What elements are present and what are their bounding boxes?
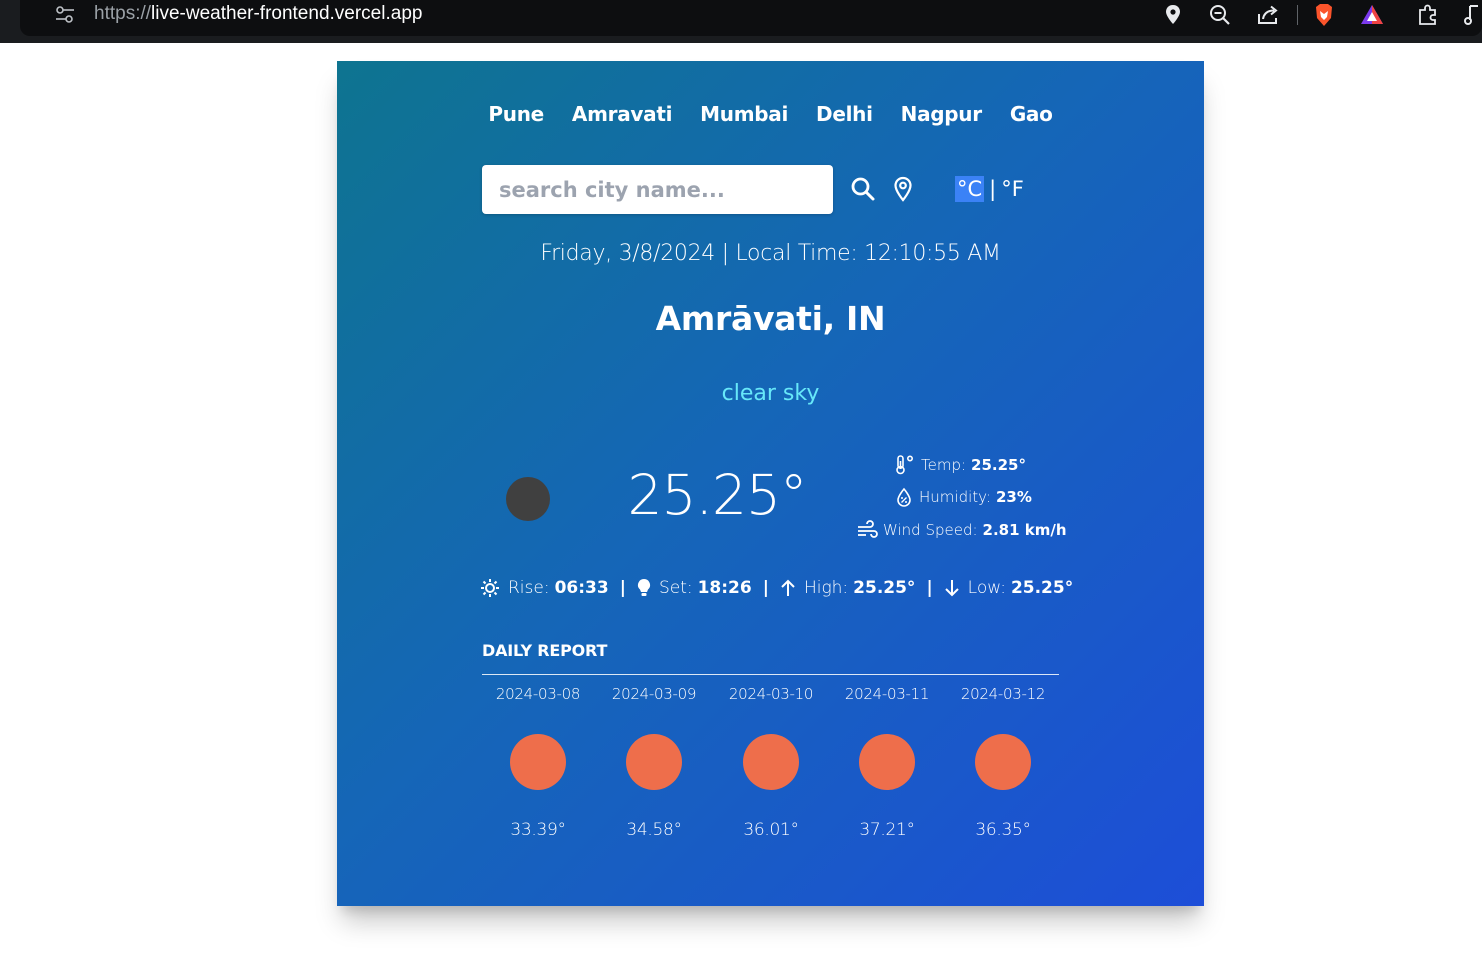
city-title: Amrāvati, IN bbox=[655, 299, 886, 338]
humidity-row: Humidity: 23% bbox=[894, 485, 1032, 509]
search-icon[interactable] bbox=[849, 175, 877, 203]
sunset-value: 18:26 bbox=[697, 578, 752, 598]
forecast-weather-icon bbox=[626, 734, 682, 790]
location-icon[interactable] bbox=[889, 175, 917, 203]
unit-toggle: °C | °F bbox=[955, 174, 1024, 204]
forecast-temp: 36.35° bbox=[975, 820, 1031, 840]
forecast-weather-icon bbox=[975, 734, 1031, 790]
wind-label: Wind Speed: bbox=[883, 521, 978, 539]
sunset-label: Set: bbox=[658, 578, 693, 598]
low-value: 25.25° bbox=[1010, 578, 1074, 598]
forecast-temp: 36.01° bbox=[743, 820, 799, 840]
toolbar-divider bbox=[1297, 5, 1298, 25]
humidity-label: Humidity: bbox=[919, 488, 991, 506]
unit-separator: | bbox=[989, 177, 997, 201]
share-icon[interactable] bbox=[1255, 2, 1281, 28]
wind-value: 2.81 km/h bbox=[982, 521, 1067, 539]
browser-toolbar: https://live-weather-frontend.vercel.app bbox=[0, 0, 1482, 43]
nav-city-gao[interactable]: Gao bbox=[1010, 99, 1053, 129]
url-text[interactable]: https://live-weather-frontend.vercel.app bbox=[94, 3, 422, 25]
nav-city-amravati[interactable]: Amravati bbox=[572, 99, 673, 129]
brave-shield-icon[interactable] bbox=[1311, 2, 1337, 28]
nav-city-mumbai[interactable]: Mumbai bbox=[700, 99, 788, 129]
nav-city-nagpur[interactable]: Nagpur bbox=[901, 99, 982, 129]
forecast-date: 2024-03-08 bbox=[495, 685, 581, 703]
humidity-value: 23% bbox=[995, 488, 1032, 506]
daily-report-title: DAILY REPORT bbox=[482, 641, 608, 660]
weather-condition: clear sky bbox=[721, 381, 820, 406]
local-datetime: Friday, 3/8/2024 | Local Time: 12:10:55 … bbox=[540, 241, 1001, 266]
sunrise-label: Rise: bbox=[508, 578, 550, 598]
current-temperature: 25.25° bbox=[627, 463, 808, 527]
site-settings-icon[interactable] bbox=[54, 4, 76, 26]
daily-divider bbox=[482, 674, 1059, 675]
feels-temp-row: Temp: 25.25° bbox=[894, 453, 1026, 477]
city-nav: Pune Amravati Mumbai Delhi Nagpur Gao bbox=[337, 99, 1204, 129]
zoom-out-icon[interactable] bbox=[1207, 2, 1233, 28]
temp-value: 25.25° bbox=[971, 456, 1026, 474]
divider: | bbox=[619, 578, 626, 598]
brave-rewards-icon[interactable] bbox=[1359, 2, 1385, 28]
forecast-day: 2024-03-10 36.01° bbox=[711, 685, 831, 840]
humidity-icon bbox=[897, 487, 911, 507]
divider: | bbox=[926, 578, 933, 598]
forecast-date: 2024-03-10 bbox=[728, 685, 814, 703]
url-scheme: https:// bbox=[94, 3, 152, 24]
weather-icon bbox=[506, 477, 550, 521]
low-label: Low: bbox=[967, 578, 1006, 598]
temp-label: Temp: bbox=[921, 456, 967, 474]
sun-summary: Rise: 06:33 | Set: 18:26 | High: 25.25° | L… bbox=[480, 575, 1073, 601]
divider: | bbox=[762, 578, 769, 598]
forecast-weather-icon bbox=[859, 734, 915, 790]
wind-row: Wind Speed: 2.81 km/h bbox=[856, 518, 1067, 542]
nav-city-pune[interactable]: Pune bbox=[488, 99, 544, 129]
thermometer-icon bbox=[896, 455, 914, 475]
arrow-up-icon bbox=[781, 579, 795, 596]
forecast-temp: 34.58° bbox=[626, 820, 682, 840]
wind-icon bbox=[858, 520, 878, 538]
forecast-day: 2024-03-12 36.35° bbox=[943, 685, 1063, 840]
forecast-weather-icon bbox=[743, 734, 799, 790]
weather-card: Pune Amravati Mumbai Delhi Nagpur Gao °C… bbox=[337, 61, 1204, 906]
forecast-date: 2024-03-09 bbox=[611, 685, 697, 703]
high-value: 25.25° bbox=[853, 578, 916, 598]
media-icon[interactable] bbox=[1462, 2, 1482, 28]
sunrise-value: 06:33 bbox=[554, 578, 609, 598]
sunrise-icon bbox=[481, 579, 499, 597]
forecast-date: 2024-03-12 bbox=[960, 685, 1046, 703]
arrow-down-icon bbox=[944, 580, 959, 597]
forecast-date: 2024-03-11 bbox=[844, 685, 930, 703]
url-host: live-weather-frontend.vercel.app bbox=[151, 3, 423, 24]
fahrenheit-button[interactable]: °F bbox=[1001, 177, 1024, 201]
extensions-icon[interactable] bbox=[1415, 2, 1441, 28]
forecast-temp: 37.21° bbox=[859, 820, 915, 840]
forecast-day: 2024-03-08 33.39° bbox=[478, 685, 598, 840]
location-pin-icon[interactable] bbox=[1160, 2, 1186, 28]
search-input[interactable] bbox=[482, 165, 833, 214]
forecast-weather-icon bbox=[510, 734, 566, 790]
high-label: High: bbox=[803, 578, 849, 598]
celsius-button[interactable]: °C bbox=[955, 176, 985, 202]
forecast-day: 2024-03-09 34.58° bbox=[594, 685, 714, 840]
nav-city-delhi[interactable]: Delhi bbox=[816, 99, 873, 129]
forecast-temp: 33.39° bbox=[510, 820, 566, 840]
forecast-day: 2024-03-11 37.21° bbox=[827, 685, 947, 840]
sunset-icon bbox=[637, 578, 650, 596]
